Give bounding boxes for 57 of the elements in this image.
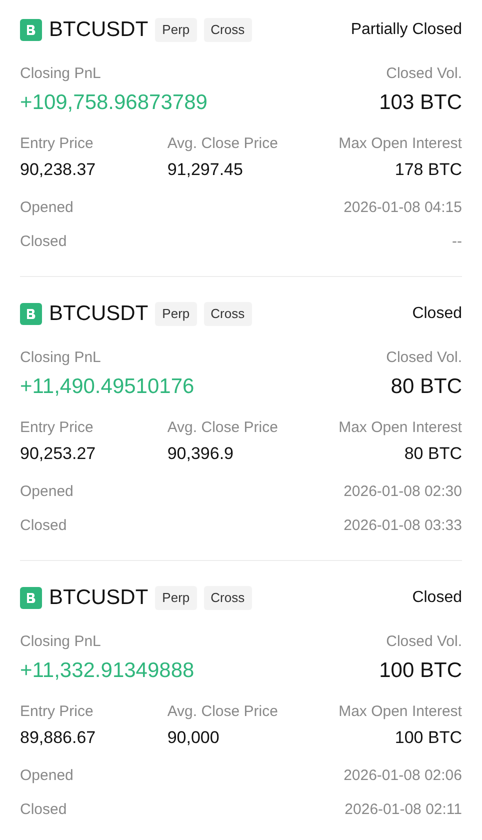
field-label: Closed — [20, 516, 67, 536]
volume-value: 100 BTC — [379, 658, 462, 684]
field-label: Max Open Interest — [338, 702, 462, 722]
tag: Cross — [204, 586, 252, 610]
field-label: Avg. Close Price — [167, 134, 279, 154]
tag: Perp — [155, 18, 197, 42]
status: Closed — [412, 588, 462, 608]
volume-value: 103 BTC — [379, 90, 462, 116]
price-value: 90,000 — [167, 727, 220, 749]
pnl-value: +11,490.49510176 — [20, 374, 194, 400]
pnl-value: +109,758.96873789 — [20, 90, 208, 116]
time-value: -- — [452, 232, 462, 252]
field-label: Entry Price — [20, 134, 94, 154]
time-value: 2026-01-08 02:06 — [344, 766, 462, 786]
field-label: Closed Vol. — [386, 348, 462, 368]
field-label: Closing PnL — [20, 348, 101, 368]
price-value: 178 BTC — [394, 159, 462, 181]
field-label: Entry Price — [20, 418, 94, 438]
price-value: 90,396.9 — [167, 443, 235, 465]
field-label: Closing PnL — [20, 632, 101, 652]
price-value: 90,253.27 — [20, 443, 97, 465]
field-label: Opened — [20, 482, 74, 502]
coin-logo-icon — [20, 19, 42, 41]
field-label: Opened — [20, 198, 74, 218]
tag: Perp — [155, 586, 197, 610]
field-label: Opened — [20, 766, 74, 786]
field-label: Max Open Interest — [338, 418, 462, 438]
tag: Cross — [204, 302, 252, 326]
price-value: 89,886.67 — [20, 727, 97, 749]
symbol: BTCUSDT — [49, 301, 148, 328]
time-value: 2026-01-08 03:33 — [344, 516, 462, 536]
time-value: 2026-01-08 04:15 — [344, 198, 462, 218]
price-value: 100 BTC — [394, 727, 462, 749]
price-value: 91,297.45 — [167, 159, 244, 181]
field-label: Closed — [20, 232, 67, 252]
status: Closed — [412, 304, 462, 324]
field-label: Avg. Close Price — [167, 418, 279, 438]
symbol: BTCUSDT — [49, 585, 148, 612]
price-value: 80 BTC — [403, 443, 462, 465]
field-label: Closing PnL — [20, 64, 101, 84]
time-value: 2026-01-08 02:11 — [344, 800, 462, 820]
coin-logo-icon — [20, 587, 42, 609]
coin-logo-icon — [20, 303, 42, 325]
pnl-value: +11,332.91349888 — [20, 658, 194, 684]
field-label: Closed Vol. — [386, 64, 462, 84]
status: Partially Closed — [350, 20, 462, 40]
symbol: BTCUSDT — [49, 17, 148, 44]
field-label: Closed — [20, 800, 67, 820]
volume-value: 80 BTC — [390, 374, 462, 400]
tag: Cross — [204, 18, 252, 42]
field-label: Max Open Interest — [338, 134, 462, 154]
time-value: 2026-01-08 02:30 — [344, 482, 462, 502]
price-value: 90,238.37 — [20, 159, 97, 181]
field-label: Entry Price — [20, 702, 94, 722]
tag: Perp — [155, 302, 197, 326]
field-label: Avg. Close Price — [167, 702, 279, 722]
field-label: Closed Vol. — [386, 632, 462, 652]
